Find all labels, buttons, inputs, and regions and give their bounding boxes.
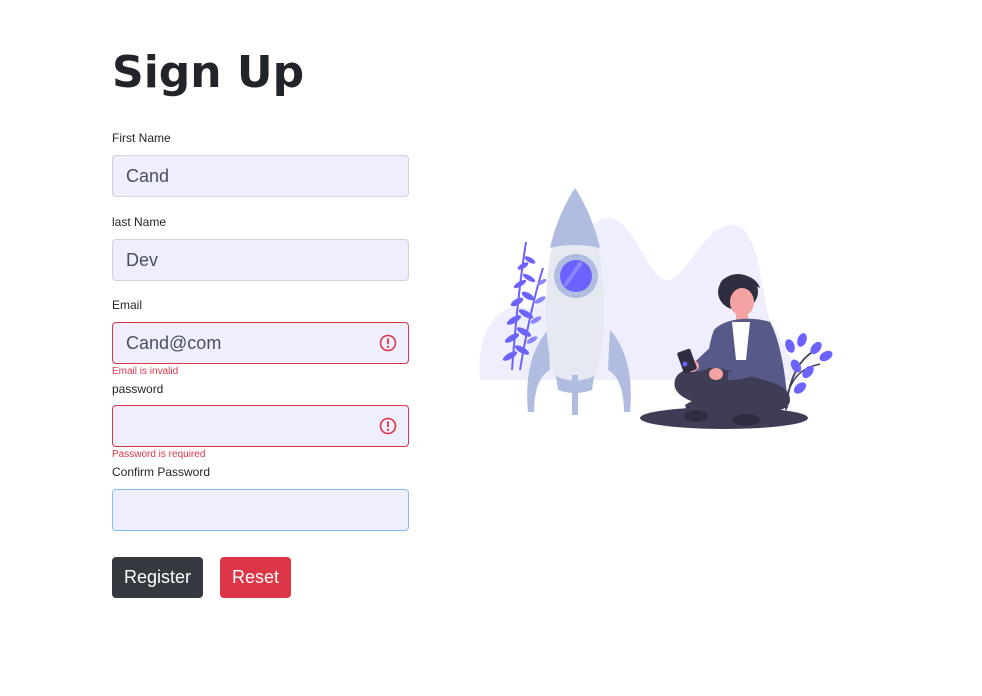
confirm-password-field-wrapper (112, 489, 409, 531)
password-input[interactable] (113, 406, 408, 446)
error-icon (379, 334, 397, 352)
first-name-field-wrapper (112, 155, 409, 197)
password-label: password (112, 382, 164, 396)
first-name-input[interactable] (113, 156, 408, 196)
password-error-text: Password is required (112, 449, 206, 460)
password-field-wrapper (112, 405, 409, 447)
email-input[interactable] (113, 323, 408, 363)
reset-button[interactable]: Reset (220, 557, 291, 598)
confirm-password-label: Confirm Password (112, 465, 211, 479)
last-name-label: last Name (112, 215, 167, 229)
rocket-launch-illustration (479, 188, 833, 429)
first-name-label: First Name (112, 131, 171, 145)
confirm-password-input[interactable] (113, 490, 408, 530)
last-name-input[interactable] (113, 240, 408, 280)
email-error-text: Email is invalid (112, 366, 179, 377)
page-title: Sign Up (112, 47, 305, 98)
email-label: Email (112, 298, 143, 312)
signup-page: Sign Up First Name last Name Email Email… (0, 0, 982, 696)
error-icon (379, 417, 397, 435)
last-name-field-wrapper (112, 239, 409, 281)
register-button[interactable]: Register (112, 557, 203, 598)
email-field-wrapper (112, 322, 409, 364)
